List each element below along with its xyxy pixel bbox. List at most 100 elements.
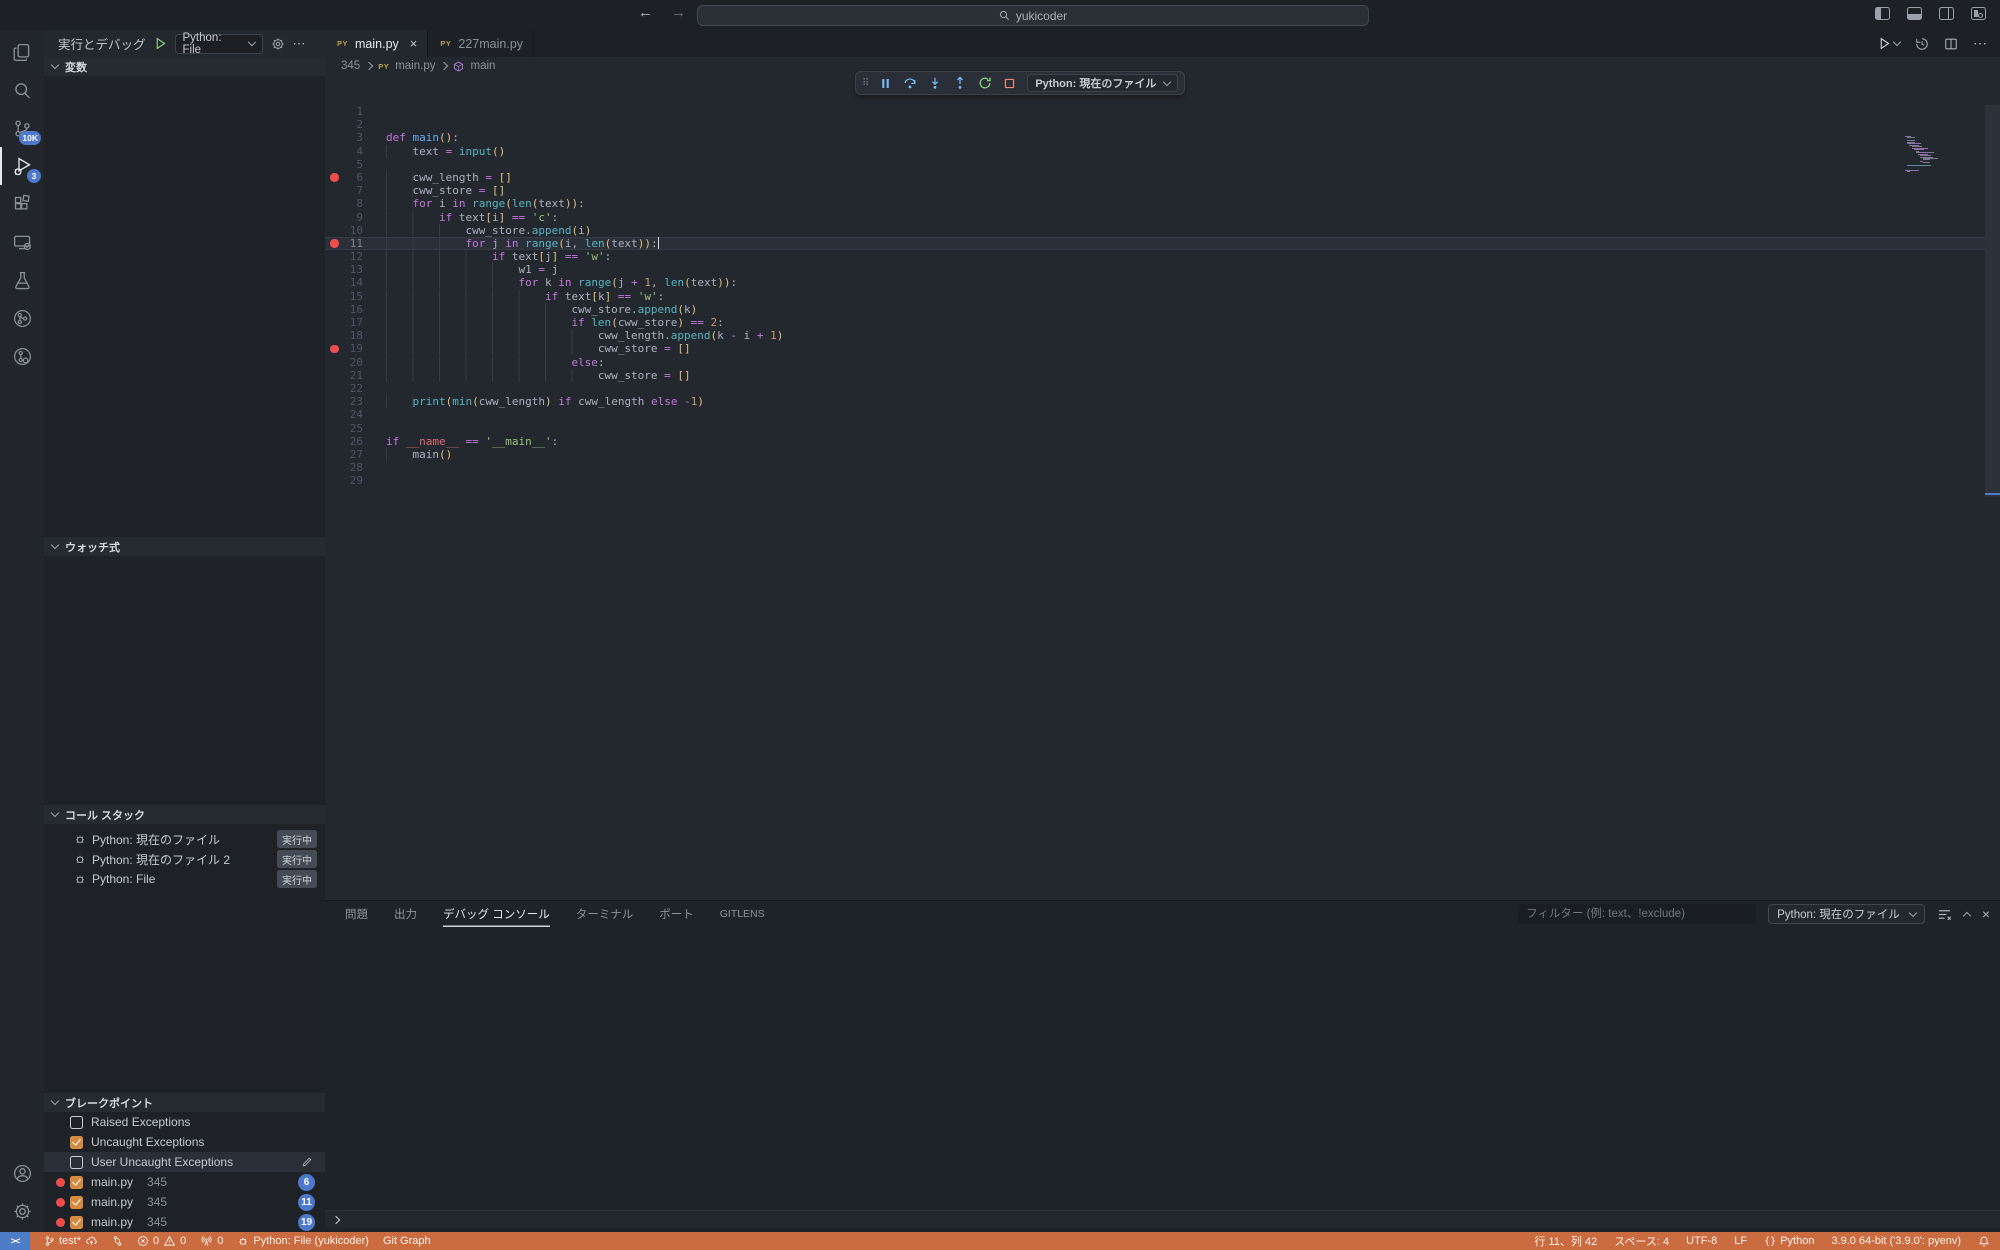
sidebar-item-explorer[interactable] [0,33,44,71]
breakpoint-gutter[interactable] [325,369,343,382]
code-editor[interactable]: 123def main():4 text = input()56 cww_len… [325,75,2000,900]
breakpoint-gutter[interactable] [325,395,343,408]
sidebar-item-run-and-debug[interactable]: 3 [0,147,44,185]
code-line[interactable]: 10 cww_store.append(i) [325,224,2000,237]
stop-button[interactable] [1003,77,1016,90]
call-stack-session[interactable]: Python: 現在のファイル 実行中 [44,829,325,849]
watch-body[interactable] [44,556,325,805]
debug-configuration-select[interactable]: Python: File [175,34,263,54]
breakpoint-gutter[interactable] [325,145,343,158]
minimap[interactable] [1905,133,1953,176]
restart-button[interactable] [978,76,992,90]
breakpoint-gutter[interactable] [325,158,343,171]
breakpoint-gutter[interactable] [325,316,343,329]
step-into-button[interactable] [928,76,942,90]
sidebar-item-search[interactable] [0,71,44,109]
breakpoint-gutter[interactable] [325,250,343,263]
split-editor-icon[interactable] [1944,37,1958,51]
code-line[interactable]: 13 w1 = j [325,263,2000,276]
code-line[interactable]: 6 cww_length = [] [325,171,2000,184]
code-line[interactable]: 24 [325,408,2000,421]
step-out-button[interactable] [953,76,967,90]
maximize-panel-icon[interactable] [1963,911,1971,919]
command-center-search[interactable]: yukicoder [697,5,1369,26]
more-actions-icon[interactable]: ⋯ [1973,35,1988,52]
tab-terminal[interactable]: ターミナル [576,901,634,927]
debug-config-status-item[interactable]: Python: File (yukicoder) [237,1235,369,1247]
tab-problems[interactable]: 問題 [345,901,368,927]
section-header-call-stack[interactable]: コール スタック [44,805,325,824]
start-debugging-icon[interactable] [154,37,167,50]
debug-console-session-select[interactable]: Python: 現在のファイル [1768,904,1925,924]
code-line[interactable]: 20 else: [325,356,2000,369]
breakpoint-gutter[interactable] [325,105,343,118]
breakpoint-gutter[interactable] [325,224,343,237]
breakpoint-gutter[interactable] [325,303,343,316]
language-mode-item[interactable]: {} Python [1764,1235,1814,1247]
code-line[interactable]: 16 cww_store.append(k) [325,303,2000,316]
breakpoint-dot[interactable] [325,237,343,250]
toggle-panel-icon[interactable] [1907,7,1922,20]
breakpoint-dot[interactable] [325,171,343,184]
code-line[interactable]: 17 if len(cww_store) == 2: [325,316,2000,329]
code-line[interactable]: 27 main() [325,448,2000,461]
code-line[interactable]: 14 for k in range(j + 1, len(text)): [325,276,2000,289]
breakpoint-gutter[interactable] [325,290,343,303]
breakpoint-gutter[interactable] [325,356,343,369]
code-line[interactable]: 29 [325,474,2000,487]
settings-button[interactable] [0,1192,44,1230]
breakpoint-dot[interactable] [325,342,343,355]
drag-handle-icon[interactable]: ⠿ [862,78,868,89]
checkbox[interactable] [70,1196,83,1209]
checkbox[interactable] [70,1116,83,1129]
close-icon[interactable]: × [410,36,418,51]
python-interpreter-item[interactable]: 3.9.0 64-bit ('3.9.0': pyenv) [1831,1235,1961,1247]
scrollbar[interactable] [1985,105,2000,497]
tab-gitlens[interactable]: GITLENS [720,901,765,927]
code-line[interactable]: 22 [325,382,2000,395]
breakpoint-gutter[interactable] [325,448,343,461]
branch-status-item[interactable]: test* [44,1235,98,1247]
code-line[interactable]: 4 text = input() [325,145,2000,158]
code-line[interactable]: 3def main(): [325,131,2000,144]
checkbox[interactable] [70,1216,83,1229]
sidebar-item-source-control[interactable]: 10K [0,109,44,147]
code-line[interactable]: 5 [325,158,2000,171]
section-header-watch[interactable]: ウォッチ式 [44,537,325,556]
more-actions-icon[interactable]: ⋯ [293,36,307,52]
code-line[interactable]: 19 cww_store = [] [325,342,2000,355]
variables-body[interactable] [44,76,325,537]
exception-breakpoint-row[interactable]: Uncaught Exceptions [44,1132,325,1152]
git-graph-status-item[interactable]: Git Graph [383,1235,431,1247]
breakpoint-row[interactable]: main.py 345 6 [44,1172,325,1192]
toggle-secondary-sidebar-icon[interactable] [1939,7,1954,20]
breakpoint-gutter[interactable] [325,211,343,224]
debug-session-select[interactable]: Python: 現在のファイル [1027,74,1178,92]
step-over-button[interactable] [903,76,917,90]
breakpoint-gutter[interactable] [325,263,343,276]
code-line[interactable]: 15 if text[k] == 'w': [325,290,2000,303]
code-line[interactable]: 9 if text[i] == 'c': [325,211,2000,224]
code-line[interactable]: 7 cww_store = [] [325,184,2000,197]
edit-condition-pencil-icon[interactable] [301,1156,313,1168]
debug-console-input[interactable] [325,1210,2000,1228]
breadcrumb-symbol[interactable]: main [470,60,495,72]
code-line[interactable]: 25 [325,422,2000,435]
code-line[interactable]: 8 for i in range(len(text)): [325,197,2000,210]
sidebar-item-testing[interactable] [0,261,44,299]
breakpoint-gutter[interactable] [325,435,343,448]
code-line[interactable]: 11 for j in range(i, len(text)): [325,237,2000,250]
debug-settings-gear-icon[interactable] [271,37,285,51]
ports-status-item[interactable]: 0 [200,1235,223,1247]
sidebar-item-git-graph[interactable] [0,299,44,337]
tab-main-py[interactable]: PY main.py × [325,30,428,57]
remote-indicator[interactable]: >< [0,1232,30,1250]
breakpoint-gutter[interactable] [325,276,343,289]
code-line[interactable]: 12 if text[j] == 'w': [325,250,2000,263]
breakpoint-gutter[interactable] [325,197,343,210]
breakpoint-gutter[interactable] [325,422,343,435]
sidebar-item-remote-explorer[interactable] [0,223,44,261]
sidebar-item-extensions[interactable] [0,185,44,223]
checkbox[interactable] [70,1136,83,1149]
debug-console-filter-input[interactable] [1518,904,1756,924]
